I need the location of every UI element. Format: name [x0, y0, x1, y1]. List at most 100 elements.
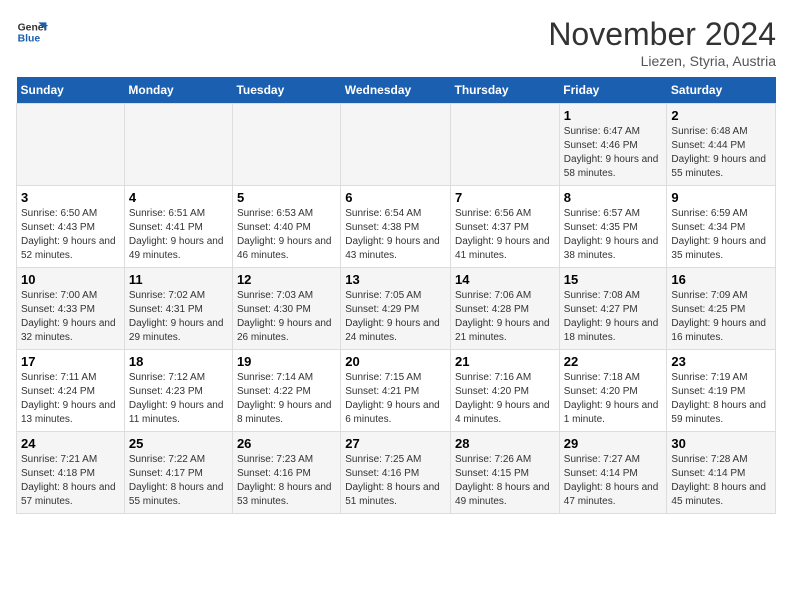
logo-icon: General Blue	[16, 16, 48, 48]
day-info: Sunrise: 7:21 AM Sunset: 4:18 PM Dayligh…	[21, 453, 120, 509]
day-number: 21	[455, 354, 555, 369]
day-info: Sunrise: 7:18 AM Sunset: 4:20 PM Dayligh…	[564, 371, 663, 427]
calendar-cell: 27 Sunrise: 7:25 AM Sunset: 4:16 PM Dayli…	[341, 432, 451, 514]
day-number: 6	[345, 190, 446, 205]
calendar-cell: 9Sunrise: 6:59 AM Sunset: 4:34 PM Daylig…	[667, 186, 776, 268]
day-number: 23	[671, 354, 771, 369]
calendar-cell	[341, 104, 451, 186]
calendar-cell: 13 Sunrise: 7:05 AM Sunset: 4:29 PM Dayli…	[341, 268, 451, 350]
day-info: Sunrise: 7:14 AM Sunset: 4:22 PM Dayligh…	[237, 371, 336, 427]
day-info: Sunrise: 6:54 AM Sunset: 4:38 PM Dayligh…	[345, 207, 446, 263]
calendar-cell	[17, 104, 125, 186]
title-block: November 2024 Liezen, Styria, Austria	[548, 16, 776, 69]
day-number: 26	[237, 436, 336, 451]
day-info: Sunrise: 6:50 AM Sunset: 4:43 PM Dayligh…	[21, 207, 120, 263]
day-info: Sunrise: 7:06 AM Sunset: 4:28 PM Dayligh…	[455, 289, 555, 345]
svg-text:Blue: Blue	[18, 34, 41, 45]
day-number: 13	[345, 272, 446, 287]
day-number: 20	[345, 354, 446, 369]
location-subtitle: Liezen, Styria, Austria	[548, 53, 776, 69]
calendar-cell: 21 Sunrise: 7:16 AM Sunset: 4:20 PM Dayli…	[451, 350, 560, 432]
day-info: Sunrise: 6:47 AM Sunset: 4:46 PM Dayligh…	[564, 125, 663, 181]
calendar-cell: 8 Sunrise: 6:57 AM Sunset: 4:35 PM Daylig…	[559, 186, 667, 268]
calendar-cell: 16 Sunrise: 7:09 AM Sunset: 4:25 PM Dayli…	[667, 268, 776, 350]
logo: General Blue	[16, 16, 48, 48]
calendar-week-row: 24 Sunrise: 7:21 AM Sunset: 4:18 PM Dayli…	[17, 432, 776, 514]
calendar-cell: 24 Sunrise: 7:21 AM Sunset: 4:18 PM Dayli…	[17, 432, 125, 514]
day-info: Sunrise: 6:48 AM Sunset: 4:44 PM Dayligh…	[671, 125, 771, 181]
day-number: 29	[564, 436, 663, 451]
day-number: 3	[21, 190, 120, 205]
weekday-header-monday: Monday	[124, 77, 232, 104]
calendar-cell: 14Sunrise: 7:06 AM Sunset: 4:28 PM Dayli…	[451, 268, 560, 350]
day-number: 27	[345, 436, 446, 451]
day-number: 10	[21, 272, 120, 287]
day-info: Sunrise: 6:53 AM Sunset: 4:40 PM Dayligh…	[237, 207, 336, 263]
calendar-cell: 23 Sunrise: 7:19 AM Sunset: 4:19 PM Dayli…	[667, 350, 776, 432]
calendar-cell: 22 Sunrise: 7:18 AM Sunset: 4:20 PM Dayli…	[559, 350, 667, 432]
calendar-cell: 20 Sunrise: 7:15 AM Sunset: 4:21 PM Dayli…	[341, 350, 451, 432]
calendar-cell: 11 Sunrise: 7:02 AM Sunset: 4:31 PM Dayli…	[124, 268, 232, 350]
day-info: Sunrise: 7:28 AM Sunset: 4:14 PM Dayligh…	[671, 453, 771, 509]
day-number: 9	[671, 190, 771, 205]
day-number: 2	[671, 108, 771, 123]
day-info: Sunrise: 7:25 AM Sunset: 4:16 PM Dayligh…	[345, 453, 446, 509]
day-number: 4	[129, 190, 228, 205]
weekday-header-sunday: Sunday	[17, 77, 125, 104]
day-info: Sunrise: 7:02 AM Sunset: 4:31 PM Dayligh…	[129, 289, 228, 345]
weekday-header-friday: Friday	[559, 77, 667, 104]
day-info: Sunrise: 7:00 AM Sunset: 4:33 PM Dayligh…	[21, 289, 120, 345]
day-info: Sunrise: 6:57 AM Sunset: 4:35 PM Dayligh…	[564, 207, 663, 263]
day-info: Sunrise: 7:03 AM Sunset: 4:30 PM Dayligh…	[237, 289, 336, 345]
day-number: 1	[564, 108, 663, 123]
day-info: Sunrise: 7:16 AM Sunset: 4:20 PM Dayligh…	[455, 371, 555, 427]
weekday-header-wednesday: Wednesday	[341, 77, 451, 104]
day-info: Sunrise: 7:05 AM Sunset: 4:29 PM Dayligh…	[345, 289, 446, 345]
day-number: 24	[21, 436, 120, 451]
day-info: Sunrise: 7:22 AM Sunset: 4:17 PM Dayligh…	[129, 453, 228, 509]
day-info: Sunrise: 7:15 AM Sunset: 4:21 PM Dayligh…	[345, 371, 446, 427]
day-info: Sunrise: 6:51 AM Sunset: 4:41 PM Dayligh…	[129, 207, 228, 263]
calendar-cell: 30 Sunrise: 7:28 AM Sunset: 4:14 PM Dayli…	[667, 432, 776, 514]
calendar-cell	[232, 104, 340, 186]
calendar-cell: 5 Sunrise: 6:53 AM Sunset: 4:40 PM Daylig…	[232, 186, 340, 268]
day-number: 12	[237, 272, 336, 287]
day-number: 28	[455, 436, 555, 451]
calendar-cell: 2 Sunrise: 6:48 AM Sunset: 4:44 PM Daylig…	[667, 104, 776, 186]
day-info: Sunrise: 7:11 AM Sunset: 4:24 PM Dayligh…	[21, 371, 120, 427]
day-number: 18	[129, 354, 228, 369]
calendar-cell: 7Sunrise: 6:56 AM Sunset: 4:37 PM Daylig…	[451, 186, 560, 268]
calendar-cell: 28Sunrise: 7:26 AM Sunset: 4:15 PM Dayli…	[451, 432, 560, 514]
day-number: 8	[564, 190, 663, 205]
day-number: 25	[129, 436, 228, 451]
day-number: 17	[21, 354, 120, 369]
day-number: 22	[564, 354, 663, 369]
calendar-cell: 15Sunrise: 7:08 AM Sunset: 4:27 PM Dayli…	[559, 268, 667, 350]
calendar-cell: 6 Sunrise: 6:54 AM Sunset: 4:38 PM Daylig…	[341, 186, 451, 268]
calendar-cell: 3 Sunrise: 6:50 AM Sunset: 4:43 PM Daylig…	[17, 186, 125, 268]
weekday-header-tuesday: Tuesday	[232, 77, 340, 104]
day-number: 11	[129, 272, 228, 287]
day-info: Sunrise: 7:27 AM Sunset: 4:14 PM Dayligh…	[564, 453, 663, 509]
calendar-cell: 1 Sunrise: 6:47 AM Sunset: 4:46 PM Daylig…	[559, 104, 667, 186]
day-info: Sunrise: 7:09 AM Sunset: 4:25 PM Dayligh…	[671, 289, 771, 345]
calendar-cell: 18 Sunrise: 7:12 AM Sunset: 4:23 PM Dayli…	[124, 350, 232, 432]
calendar-table: SundayMondayTuesdayWednesdayThursdayFrid…	[16, 77, 776, 514]
day-info: Sunrise: 7:12 AM Sunset: 4:23 PM Dayligh…	[129, 371, 228, 427]
month-title: November 2024	[548, 16, 776, 53]
day-number: 30	[671, 436, 771, 451]
calendar-week-row: 10 Sunrise: 7:00 AM Sunset: 4:33 PM Dayli…	[17, 268, 776, 350]
calendar-cell	[124, 104, 232, 186]
calendar-cell	[451, 104, 560, 186]
day-number: 5	[237, 190, 336, 205]
calendar-cell: 29 Sunrise: 7:27 AM Sunset: 4:14 PM Dayli…	[559, 432, 667, 514]
calendar-cell: 19Sunrise: 7:14 AM Sunset: 4:22 PM Dayli…	[232, 350, 340, 432]
day-info: Sunrise: 6:56 AM Sunset: 4:37 PM Dayligh…	[455, 207, 555, 263]
weekday-header-saturday: Saturday	[667, 77, 776, 104]
day-number: 16	[671, 272, 771, 287]
weekday-header-thursday: Thursday	[451, 77, 560, 104]
day-info: Sunrise: 7:19 AM Sunset: 4:19 PM Dayligh…	[671, 371, 771, 427]
day-info: Sunrise: 7:08 AM Sunset: 4:27 PM Dayligh…	[564, 289, 663, 345]
calendar-cell: 25 Sunrise: 7:22 AM Sunset: 4:17 PM Dayli…	[124, 432, 232, 514]
calendar-cell: 12 Sunrise: 7:03 AM Sunset: 4:30 PM Dayli…	[232, 268, 340, 350]
